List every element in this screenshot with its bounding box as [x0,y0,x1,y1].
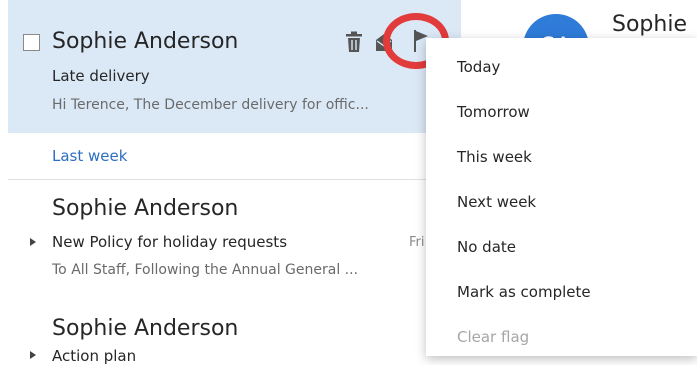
message-subject: Action plan [52,347,137,365]
message-preview: Hi Terence, The December delivery for of… [52,97,369,113]
expand-thread-icon[interactable] [30,238,36,246]
message-sender: Sophie Anderson [52,316,239,341]
menu-item-next-week[interactable]: Next week [457,193,536,211]
select-checkbox[interactable] [23,34,40,51]
menu-item-no-date[interactable]: No date [457,238,516,256]
menu-item-tomorrow[interactable]: Tomorrow [457,103,530,121]
message-subject: Late delivery [52,67,150,85]
trash-icon[interactable] [345,31,363,53]
group-header-last-week[interactable]: Last week [52,147,127,165]
expand-thread-icon[interactable] [30,351,36,359]
menu-item-this-week[interactable]: This week [457,148,532,166]
reading-pane-sender: Sophie [612,12,687,37]
menu-item-mark-complete[interactable]: Mark as complete [457,283,591,301]
menu-item-clear-flag: Clear flag [457,328,530,346]
flag-menu: Today Tomorrow This week Next week No da… [426,38,697,356]
message-date: Fri [409,235,425,250]
message-list: Sophie Anderson Late delivery Hi Terence… [0,0,493,365]
message-subject: New Policy for holiday requests [52,233,288,251]
message-preview: To All Staff, Following the Annual Gener… [52,262,359,278]
menu-item-today[interactable]: Today [457,58,500,76]
message-sender: Sophie Anderson [52,29,239,54]
message-sender: Sophie Anderson [52,196,239,221]
divider [8,179,461,180]
